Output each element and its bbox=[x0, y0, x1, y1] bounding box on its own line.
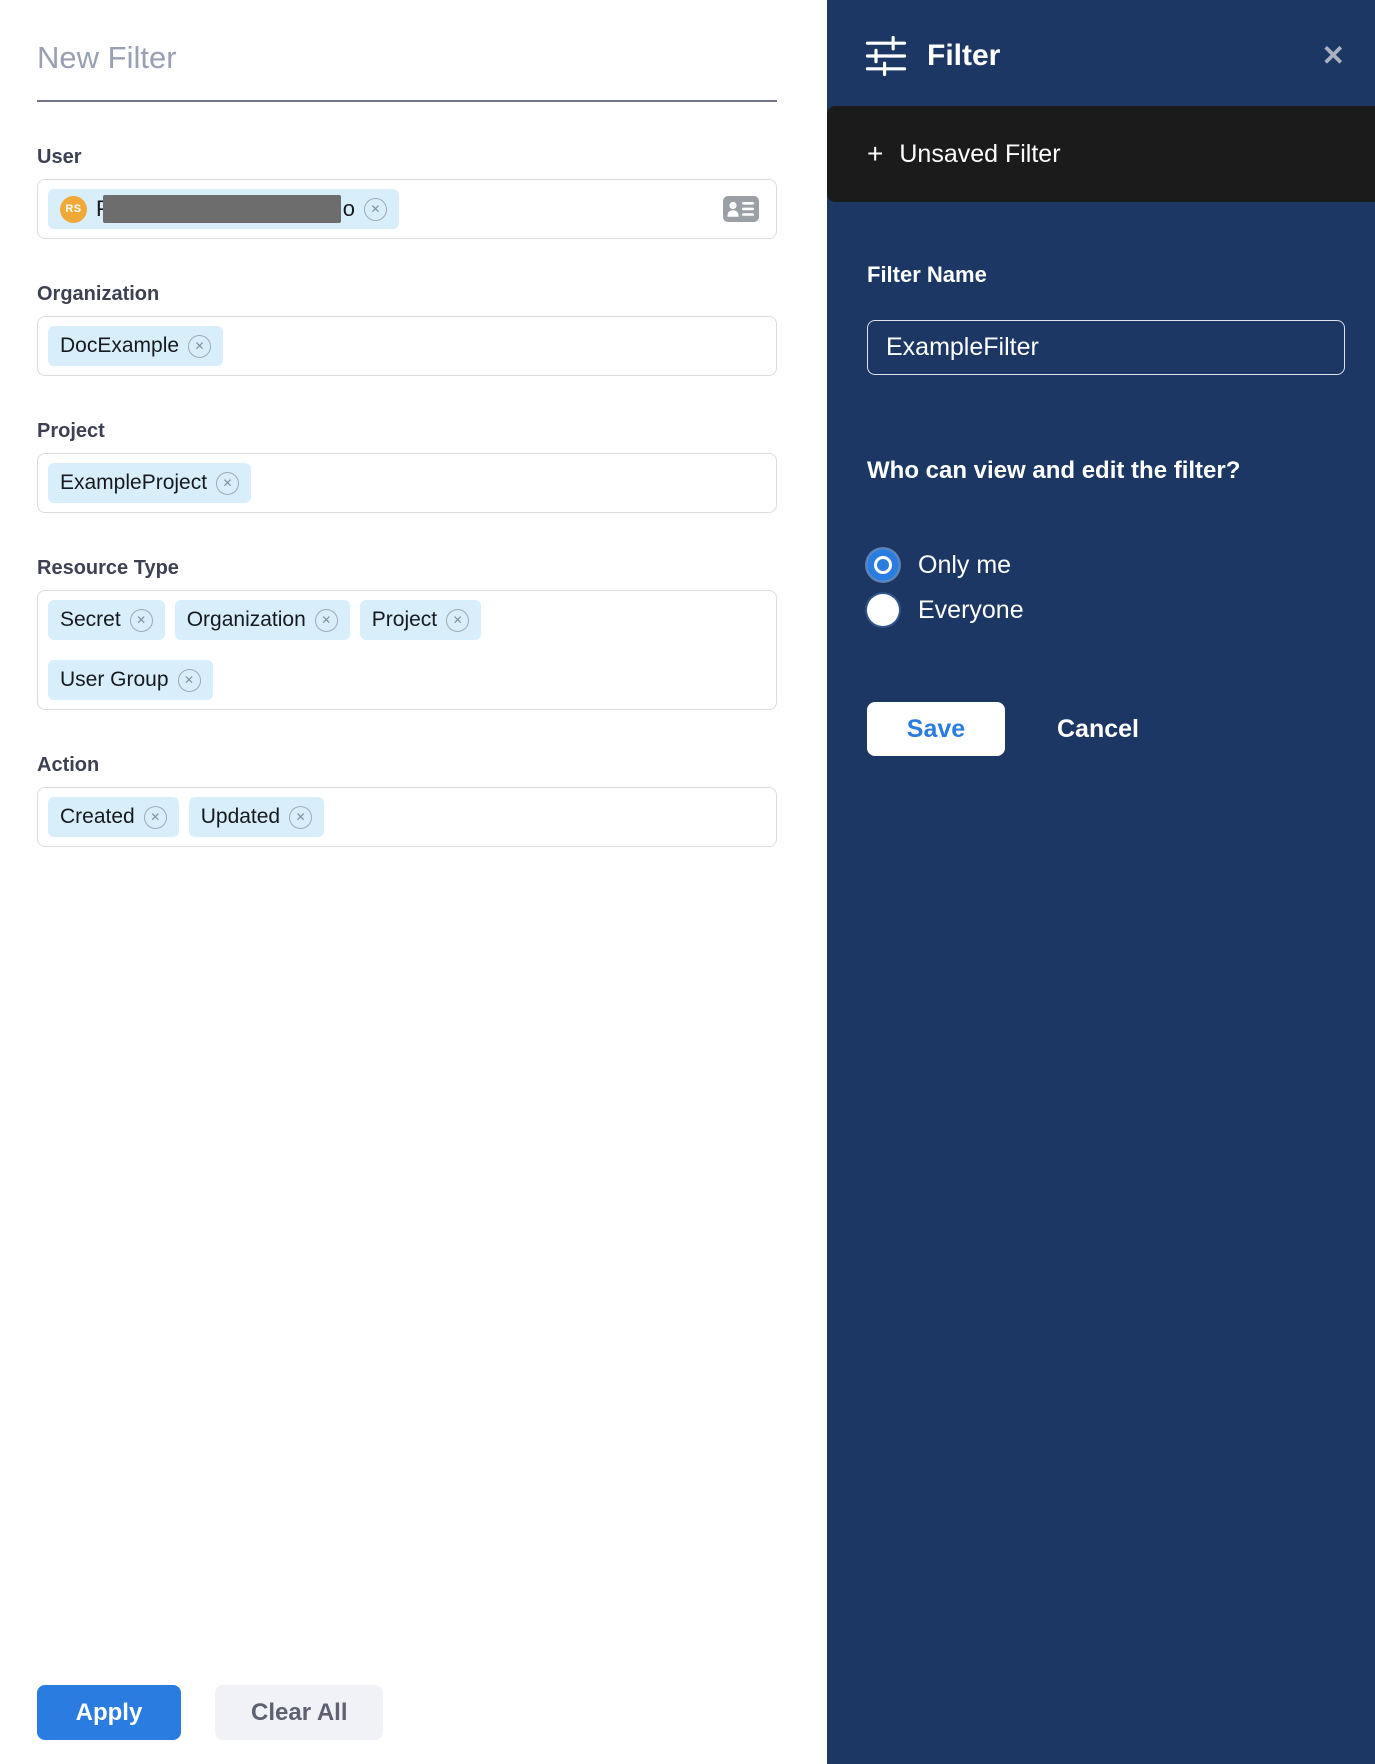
radio-unselected-icon[interactable] bbox=[867, 594, 899, 626]
action-multiselect-input[interactable]: Created ✕ Updated ✕ bbox=[37, 787, 777, 847]
save-button[interactable]: Save bbox=[867, 702, 1005, 756]
remove-updated-chip-icon[interactable]: ✕ bbox=[289, 806, 312, 829]
radio-option-everyone[interactable]: Everyone bbox=[867, 594, 1345, 626]
resource-type-chip: Project ✕ bbox=[360, 600, 481, 640]
panel-actions: Save Cancel bbox=[867, 702, 1345, 756]
field-organization: Organization DocExample ✕ bbox=[37, 283, 777, 376]
field-label-action: Action bbox=[37, 754, 777, 777]
filter-footer-actions: Apply Clear All bbox=[37, 1685, 383, 1740]
field-label-organization: Organization bbox=[37, 283, 777, 306]
resource-type-chip: User Group ✕ bbox=[48, 660, 213, 700]
redaction-bar bbox=[103, 195, 341, 223]
sliders-icon bbox=[863, 36, 909, 76]
organization-multiselect-input[interactable]: DocExample ✕ bbox=[37, 316, 777, 376]
remove-secret-chip-icon[interactable]: ✕ bbox=[130, 609, 153, 632]
filter-builder-panel: New Filter User RS P o ✕ bbox=[0, 0, 827, 1764]
project-chip: ExampleProject ✕ bbox=[48, 463, 251, 503]
field-resource-type: Resource Type Secret ✕ Organization ✕ Pr… bbox=[37, 557, 777, 710]
action-chip: Updated ✕ bbox=[189, 797, 324, 837]
plus-icon: + bbox=[867, 140, 883, 168]
remove-organization-type-chip-icon[interactable]: ✕ bbox=[315, 609, 338, 632]
filter-panel-header: Filter ✕ bbox=[827, 0, 1375, 106]
field-label-user: User bbox=[37, 146, 777, 169]
unsaved-filter-tab[interactable]: + Unsaved Filter bbox=[827, 106, 1375, 202]
filter-panel-body: Filter Name Who can view and edit the fi… bbox=[827, 202, 1375, 756]
radio-selected-icon[interactable] bbox=[867, 549, 899, 581]
clear-all-button[interactable]: Clear All bbox=[215, 1685, 383, 1740]
user-avatar: RS bbox=[60, 196, 87, 223]
field-user: User RS P o ✕ bbox=[37, 146, 777, 239]
remove-user-group-chip-icon[interactable]: ✕ bbox=[178, 669, 201, 692]
field-label-project: Project bbox=[37, 420, 777, 443]
radio-label: Only me bbox=[918, 551, 1011, 580]
user-chip: RS P o ✕ bbox=[48, 189, 399, 229]
cancel-button[interactable]: Cancel bbox=[1057, 715, 1139, 744]
filter-name-input[interactable] bbox=[867, 320, 1345, 375]
resource-type-chip: Organization ✕ bbox=[175, 600, 350, 640]
remove-created-chip-icon[interactable]: ✕ bbox=[144, 806, 167, 829]
remove-user-chip-icon[interactable]: ✕ bbox=[364, 198, 387, 221]
close-icon[interactable]: ✕ bbox=[1322, 42, 1345, 70]
permission-question: Who can view and edit the filter? bbox=[867, 457, 1345, 485]
user-name-redacted: P o bbox=[96, 194, 355, 224]
radio-option-only-me[interactable]: Only me bbox=[867, 549, 1345, 581]
new-filter-name-input[interactable]: New Filter bbox=[37, 40, 777, 102]
filter-side-panel: Filter ✕ + Unsaved Filter Filter Name Wh… bbox=[827, 0, 1375, 1764]
remove-project-chip-icon[interactable]: ✕ bbox=[216, 472, 239, 495]
filter-name-label: Filter Name bbox=[867, 262, 1345, 288]
unsaved-filter-label: Unsaved Filter bbox=[899, 140, 1060, 169]
remove-organization-chip-icon[interactable]: ✕ bbox=[188, 335, 211, 358]
resource-type-chip: Secret ✕ bbox=[48, 600, 165, 640]
apply-button[interactable]: Apply bbox=[37, 1685, 181, 1740]
organization-chip: DocExample ✕ bbox=[48, 326, 223, 366]
resource-type-multiselect-input[interactable]: Secret ✕ Organization ✕ Project ✕ User G… bbox=[37, 590, 777, 710]
field-action: Action Created ✕ Updated ✕ bbox=[37, 754, 777, 847]
user-multiselect-input[interactable]: RS P o ✕ bbox=[37, 179, 777, 239]
field-label-resource-type: Resource Type bbox=[37, 557, 777, 580]
radio-label: Everyone bbox=[918, 596, 1024, 625]
project-multiselect-input[interactable]: ExampleProject ✕ bbox=[37, 453, 777, 513]
permission-radio-group: Only me Everyone bbox=[867, 549, 1345, 626]
contact-card-icon[interactable] bbox=[722, 194, 760, 224]
panel-title: Filter bbox=[927, 39, 1000, 73]
action-chip: Created ✕ bbox=[48, 797, 179, 837]
field-project: Project ExampleProject ✕ bbox=[37, 420, 777, 513]
remove-project-type-chip-icon[interactable]: ✕ bbox=[446, 609, 469, 632]
